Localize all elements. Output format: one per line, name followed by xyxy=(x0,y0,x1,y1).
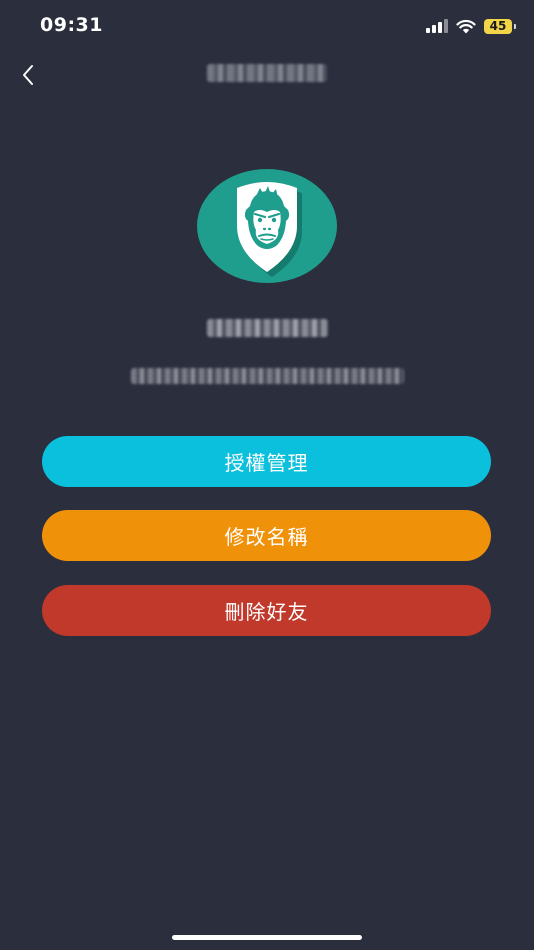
chevron-left-icon xyxy=(23,65,33,85)
signal-icon xyxy=(426,19,448,33)
battery-icon: 45 xyxy=(484,18,516,34)
status-icons: 45 xyxy=(426,16,516,36)
authorization-management-button[interactable]: 授權管理 xyxy=(42,436,491,487)
friend-detail-screen: 09:31 45 授權管理 修改名稱 刪除好友 xyxy=(0,0,534,950)
avatar xyxy=(196,168,338,284)
delete-friend-button[interactable]: 刪除好友 xyxy=(42,585,491,636)
home-indicator[interactable] xyxy=(172,935,362,940)
wifi-icon xyxy=(456,19,476,33)
nav-title xyxy=(207,64,327,82)
monkey-shield-icon xyxy=(197,169,337,283)
back-button[interactable] xyxy=(14,60,42,90)
status-time: 09:31 xyxy=(40,14,103,36)
profile-email xyxy=(131,368,404,384)
rename-button[interactable]: 修改名稱 xyxy=(42,510,491,561)
profile-name xyxy=(207,319,328,337)
